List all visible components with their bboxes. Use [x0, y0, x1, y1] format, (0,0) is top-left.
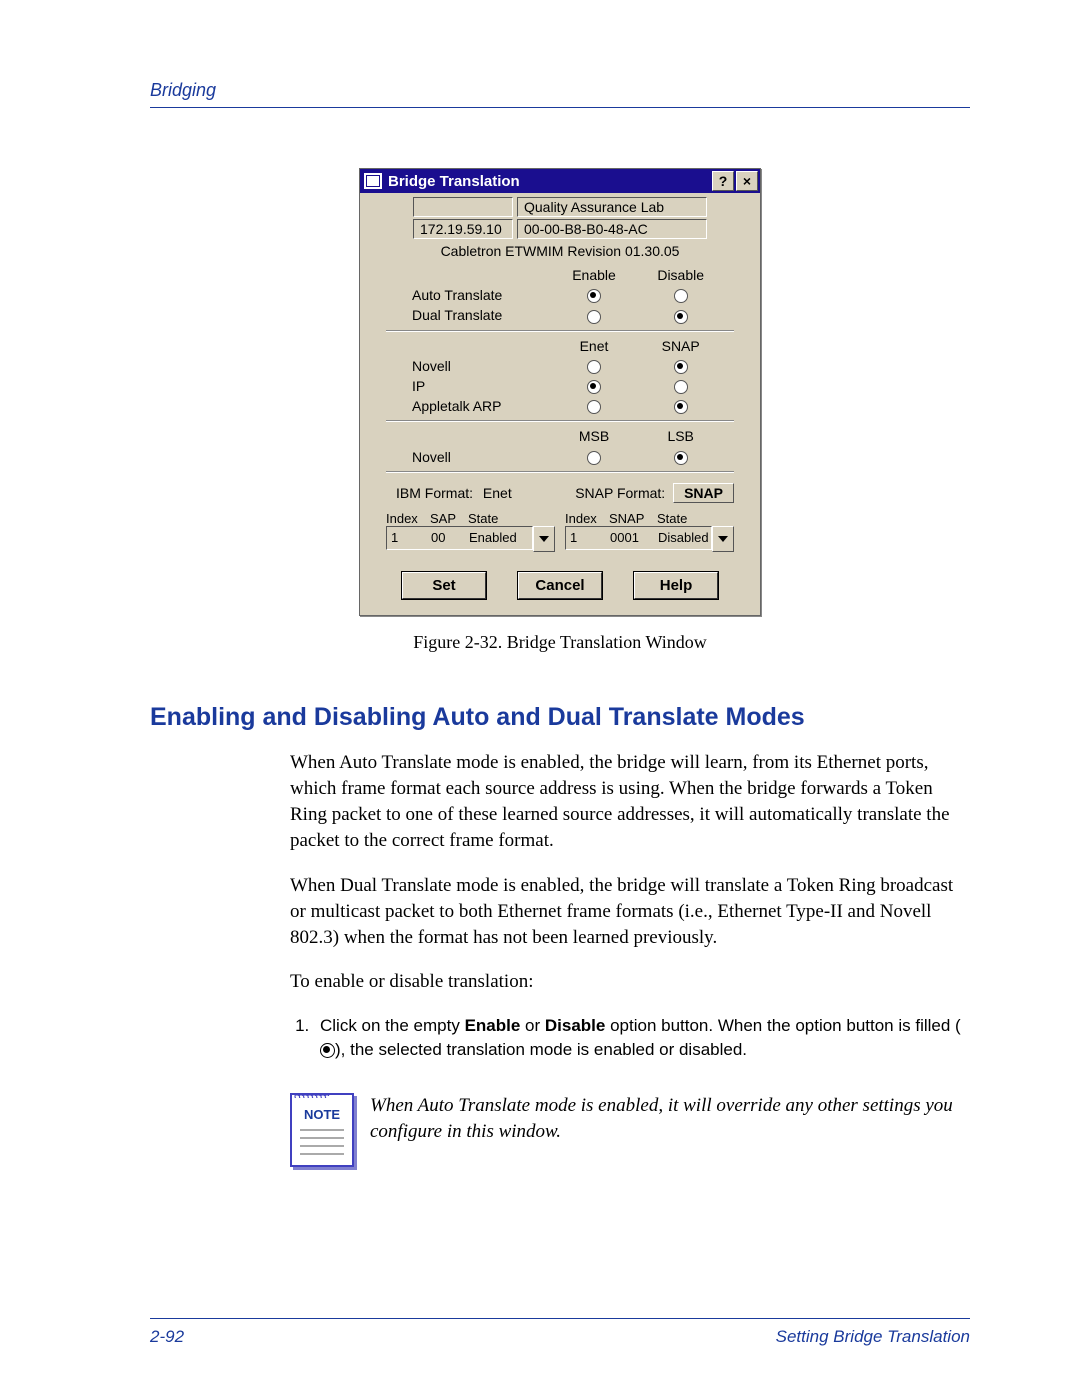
bridge-translation-dialog: Bridge Translation ? × Quality Assurance…	[359, 168, 761, 616]
dual-translate-enable-radio[interactable]	[587, 310, 601, 324]
row-dual-translate: Dual Translate	[396, 307, 551, 323]
col-enet: Enet	[551, 338, 638, 354]
snap-h-snap: SNAP	[609, 511, 657, 526]
ip-enet-radio[interactable]	[587, 380, 601, 394]
sap-list-field[interactable]: 1 00 Enabled	[386, 526, 533, 550]
row-auto-translate: Auto Translate	[396, 287, 551, 303]
snap-format-label: SNAP Format:	[575, 485, 665, 501]
separator	[386, 471, 734, 473]
meta-ip: 172.19.59.10	[413, 219, 513, 239]
note-block: eeeeeeee NOTE When Auto Translate mode i…	[290, 1093, 970, 1167]
titlebar: Bridge Translation ? ×	[360, 169, 760, 193]
sap-h-sap: SAP	[430, 511, 468, 526]
step-1: Click on the empty Enable or Disable opt…	[314, 1014, 970, 1063]
radio-filled-icon	[320, 1043, 335, 1058]
ibm-format-value: Enet	[483, 485, 512, 501]
frame-format-group: Enet SNAP Novell IP Appletalk ARP	[366, 338, 754, 415]
snap-format-button[interactable]: SNAP	[673, 483, 734, 503]
note-icon: eeeeeeee NOTE	[290, 1093, 354, 1167]
paragraph: When Dual Translate mode is enabled, the…	[290, 873, 970, 952]
col-msb: MSB	[551, 428, 638, 444]
ip-snap-radio[interactable]	[674, 380, 688, 394]
set-button[interactable]: Set	[402, 572, 486, 599]
ibm-format-label: IBM Format:	[396, 485, 473, 501]
bit-order-group: MSB LSB Novell	[366, 428, 754, 464]
figure: Bridge Translation ? × Quality Assurance…	[150, 168, 970, 653]
meta-mac: 00-00-B8-B0-48-AC	[517, 219, 707, 239]
novell-snap-radio[interactable]	[674, 360, 688, 374]
col-snap: SNAP	[637, 338, 724, 354]
page-header: Bridging	[150, 80, 970, 108]
header-title: Bridging	[150, 80, 216, 100]
page-number: 2-92	[150, 1327, 184, 1347]
help-button[interactable]: Help	[634, 572, 718, 599]
cancel-button[interactable]: Cancel	[518, 572, 602, 599]
snap-list-field[interactable]: 1 0001 Disabled	[565, 526, 712, 550]
body-text: When Auto Translate mode is enabled, the…	[290, 750, 970, 1063]
novell-enet-radio[interactable]	[587, 360, 601, 374]
separator	[386, 420, 734, 422]
snap-dropdown-button[interactable]	[712, 526, 734, 552]
page-footer: 2-92 Setting Bridge Translation	[150, 1318, 970, 1347]
app-icon	[364, 173, 382, 189]
translate-mode-group: Enable Disable Auto Translate Dual Trans…	[366, 267, 754, 324]
row-novell-bit: Novell	[396, 449, 551, 465]
paragraph: To enable or disable translation:	[290, 969, 970, 995]
help-icon[interactable]: ?	[712, 171, 734, 191]
col-disable: Disable	[637, 267, 724, 283]
section-heading: Enabling and Disabling Auto and Dual Tra…	[150, 703, 970, 732]
snap-h-index: Index	[565, 511, 609, 526]
figure-caption: Figure 2-32. Bridge Translation Window	[150, 632, 970, 653]
row-appletalk: Appletalk ARP	[396, 398, 551, 414]
close-icon[interactable]: ×	[736, 171, 758, 191]
revision-text: Cabletron ETWMIM Revision 01.30.05	[366, 243, 754, 259]
row-novell: Novell	[396, 358, 551, 374]
dialog-title: Bridge Translation	[388, 173, 520, 190]
snap-h-state: State	[657, 511, 687, 526]
auto-translate-enable-radio[interactable]	[587, 289, 601, 303]
paragraph: When Auto Translate mode is enabled, the…	[290, 750, 970, 855]
appletalk-enet-radio[interactable]	[587, 400, 601, 414]
snap-list: Index SNAP State 1 0001 Disabled	[565, 511, 734, 552]
note-text: When Auto Translate mode is enabled, it …	[370, 1093, 970, 1145]
separator	[386, 330, 734, 332]
sap-dropdown-button[interactable]	[533, 526, 555, 552]
col-enable: Enable	[551, 267, 638, 283]
sap-h-index: Index	[386, 511, 430, 526]
row-ip: IP	[396, 378, 551, 394]
meta-qa-lab: Quality Assurance Lab	[517, 197, 707, 217]
novell-lsb-radio[interactable]	[674, 451, 688, 465]
footer-section: Setting Bridge Translation	[776, 1327, 970, 1347]
sap-list: Index SAP State 1 00 Enabled	[386, 511, 555, 552]
novell-msb-radio[interactable]	[587, 451, 601, 465]
sap-h-state: State	[468, 511, 498, 526]
appletalk-snap-radio[interactable]	[674, 400, 688, 414]
auto-translate-disable-radio[interactable]	[674, 289, 688, 303]
dual-translate-disable-radio[interactable]	[674, 310, 688, 324]
meta-empty	[413, 197, 513, 217]
col-lsb: LSB	[637, 428, 724, 444]
